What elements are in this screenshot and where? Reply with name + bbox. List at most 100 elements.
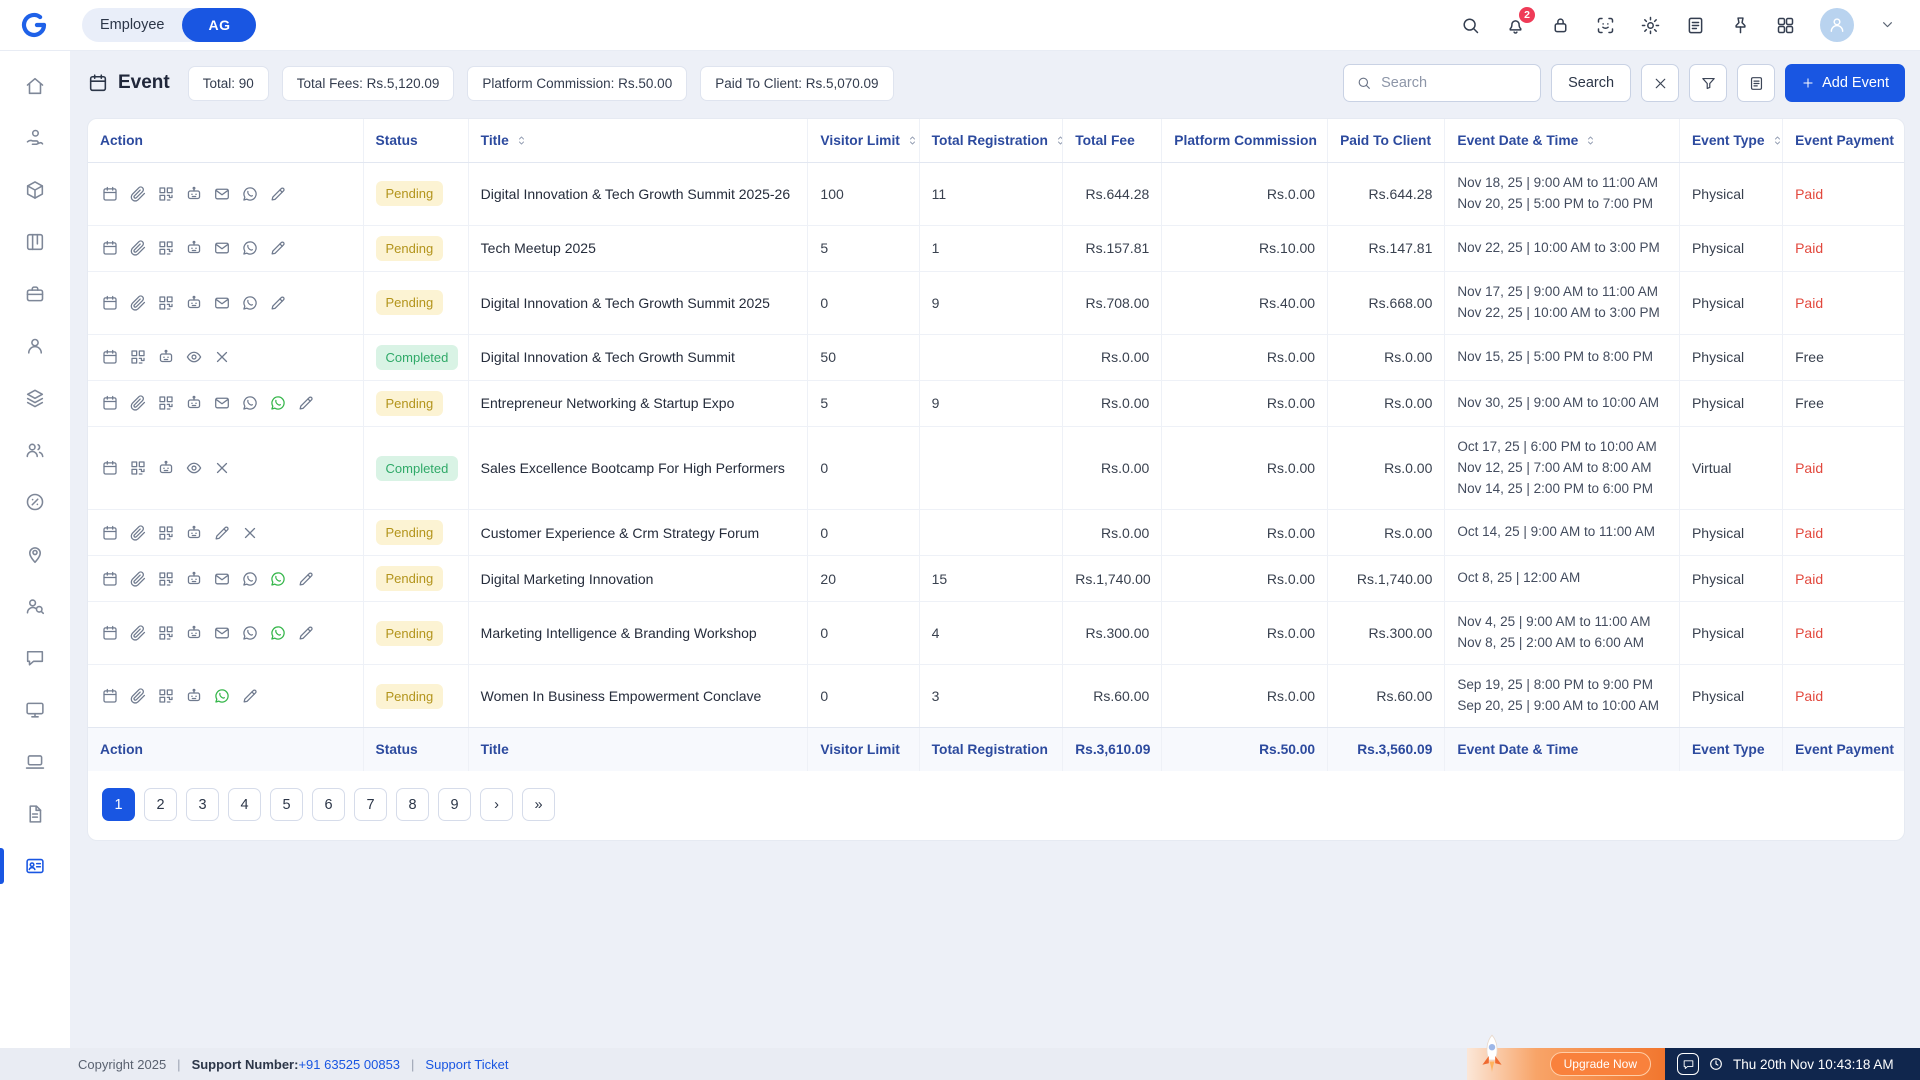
page-button-7[interactable]: 7 bbox=[354, 788, 387, 822]
calendar-action-button[interactable] bbox=[100, 459, 119, 478]
paperclip-action-button[interactable] bbox=[128, 687, 147, 706]
qr-action-button[interactable] bbox=[128, 459, 147, 478]
robot-action-button[interactable] bbox=[184, 184, 203, 203]
calendar-action-button[interactable] bbox=[100, 184, 119, 203]
notifications-button[interactable]: 2 bbox=[1505, 6, 1535, 36]
robot-action-button[interactable] bbox=[184, 394, 203, 413]
robot-action-button[interactable] bbox=[184, 523, 203, 542]
sidebar-item-board[interactable] bbox=[0, 216, 70, 268]
notes-shortcut-button[interactable] bbox=[1685, 15, 1706, 36]
page-button-6[interactable]: 6 bbox=[312, 788, 345, 822]
column-header-event-date-time[interactable]: Event Date & Time bbox=[1444, 119, 1680, 163]
sidebar-item-devices[interactable] bbox=[0, 736, 70, 788]
page-button-2[interactable]: 2 bbox=[144, 788, 177, 822]
page-button-9[interactable]: 9 bbox=[438, 788, 471, 822]
paperclip-action-button[interactable] bbox=[128, 624, 147, 643]
support-number-link[interactable]: +91 63525 00853 bbox=[298, 1057, 400, 1072]
sort-icon[interactable] bbox=[1771, 134, 1782, 147]
qr-action-button[interactable] bbox=[156, 239, 175, 258]
robot-action-button[interactable] bbox=[184, 239, 203, 258]
robot-action-button[interactable] bbox=[184, 293, 203, 312]
column-header-total-registration[interactable]: Total Registration bbox=[919, 119, 1064, 163]
qr-action-button[interactable] bbox=[156, 184, 175, 203]
sidebar-item-payments[interactable] bbox=[0, 112, 70, 164]
filter-button[interactable] bbox=[1689, 64, 1728, 102]
table-scroll-area[interactable]: Action Status Title Visitor Limit Total Regi… bbox=[88, 119, 1904, 772]
sidebar-item-offers[interactable] bbox=[0, 476, 70, 528]
paperclip-action-button[interactable] bbox=[128, 523, 147, 542]
whatsapp-action-button[interactable] bbox=[240, 293, 259, 312]
pencil-action-button[interactable] bbox=[268, 293, 287, 312]
pencil-action-button[interactable] bbox=[268, 184, 287, 203]
last-page-button[interactable]: » bbox=[522, 788, 555, 822]
sidebar-item-services[interactable] bbox=[0, 372, 70, 424]
calendar-action-button[interactable] bbox=[100, 348, 119, 367]
pencil-action-button[interactable] bbox=[212, 523, 231, 542]
qr-action-button[interactable] bbox=[156, 293, 175, 312]
profile-menu-button[interactable] bbox=[1878, 16, 1896, 34]
settings-button[interactable] bbox=[1640, 15, 1661, 36]
sidebar-item-documents[interactable] bbox=[0, 788, 70, 840]
mail-action-button[interactable] bbox=[212, 184, 231, 203]
whatsapp-action-button[interactable] bbox=[240, 184, 259, 203]
sidebar-item-candidates[interactable] bbox=[0, 580, 70, 632]
support-ticket-link[interactable]: Support Ticket bbox=[425, 1057, 508, 1072]
pencil-action-button[interactable] bbox=[296, 569, 315, 588]
pin-button[interactable] bbox=[1730, 15, 1751, 36]
paperclip-action-button[interactable] bbox=[128, 569, 147, 588]
robot-action-button[interactable] bbox=[156, 459, 175, 478]
mail-action-button[interactable] bbox=[212, 239, 231, 258]
x-action-button[interactable] bbox=[240, 523, 259, 542]
mail-action-button[interactable] bbox=[212, 624, 231, 643]
whatsapp-action-button[interactable] bbox=[240, 239, 259, 258]
calendar-action-button[interactable] bbox=[100, 687, 119, 706]
sort-icon[interactable] bbox=[1054, 134, 1062, 147]
page-button-4[interactable]: 4 bbox=[228, 788, 261, 822]
calendar-action-button[interactable] bbox=[100, 569, 119, 588]
paperclip-action-button[interactable] bbox=[128, 239, 147, 258]
sidebar-item-messages[interactable] bbox=[0, 632, 70, 684]
robot-action-button[interactable] bbox=[156, 348, 175, 367]
mail-action-button[interactable] bbox=[212, 569, 231, 588]
sort-icon[interactable] bbox=[515, 134, 528, 147]
whatsapp-green-action-button[interactable] bbox=[268, 569, 287, 588]
robot-action-button[interactable] bbox=[184, 624, 203, 643]
eye-action-button[interactable] bbox=[184, 459, 203, 478]
workspace-initials-tab[interactable]: AG bbox=[182, 8, 257, 42]
notes-button[interactable] bbox=[1737, 64, 1776, 102]
whatsapp-action-button[interactable] bbox=[240, 624, 259, 643]
sidebar-item-team[interactable] bbox=[0, 424, 70, 476]
pencil-action-button[interactable] bbox=[296, 624, 315, 643]
sidebar-item-jobs[interactable] bbox=[0, 268, 70, 320]
whatsapp-green-action-button[interactable] bbox=[212, 687, 231, 706]
robot-action-button[interactable] bbox=[184, 687, 203, 706]
whatsapp-action-button[interactable] bbox=[240, 394, 259, 413]
whatsapp-action-button[interactable] bbox=[240, 569, 259, 588]
column-header-title[interactable]: Title bbox=[468, 119, 809, 163]
qr-action-button[interactable] bbox=[156, 624, 175, 643]
pencil-action-button[interactable] bbox=[268, 239, 287, 258]
clear-search-button[interactable] bbox=[1641, 64, 1680, 102]
whatsapp-green-action-button[interactable] bbox=[268, 624, 287, 643]
calendar-action-button[interactable] bbox=[100, 293, 119, 312]
calendar-action-button[interactable] bbox=[100, 523, 119, 542]
face-scan-button[interactable] bbox=[1595, 15, 1616, 36]
support-chat-button[interactable] bbox=[1677, 1053, 1699, 1075]
next-page-button[interactable]: › bbox=[480, 788, 513, 822]
sort-icon[interactable] bbox=[906, 134, 918, 147]
page-button-5[interactable]: 5 bbox=[270, 788, 303, 822]
sidebar-item-events[interactable] bbox=[0, 840, 70, 892]
sidebar-item-locations[interactable] bbox=[0, 528, 70, 580]
mail-action-button[interactable] bbox=[212, 394, 231, 413]
paperclip-action-button[interactable] bbox=[128, 394, 147, 413]
qr-action-button[interactable] bbox=[156, 394, 175, 413]
search-button[interactable]: Search bbox=[1551, 64, 1632, 102]
x-action-button[interactable] bbox=[212, 459, 231, 478]
calendar-action-button[interactable] bbox=[100, 239, 119, 258]
qr-action-button[interactable] bbox=[156, 523, 175, 542]
upgrade-now-button[interactable]: Upgrade Now bbox=[1549, 1052, 1651, 1076]
employee-tab[interactable]: Employee bbox=[82, 8, 182, 42]
x-action-button[interactable] bbox=[212, 348, 231, 367]
sidebar-item-profile[interactable] bbox=[0, 320, 70, 372]
pencil-action-button[interactable] bbox=[296, 394, 315, 413]
